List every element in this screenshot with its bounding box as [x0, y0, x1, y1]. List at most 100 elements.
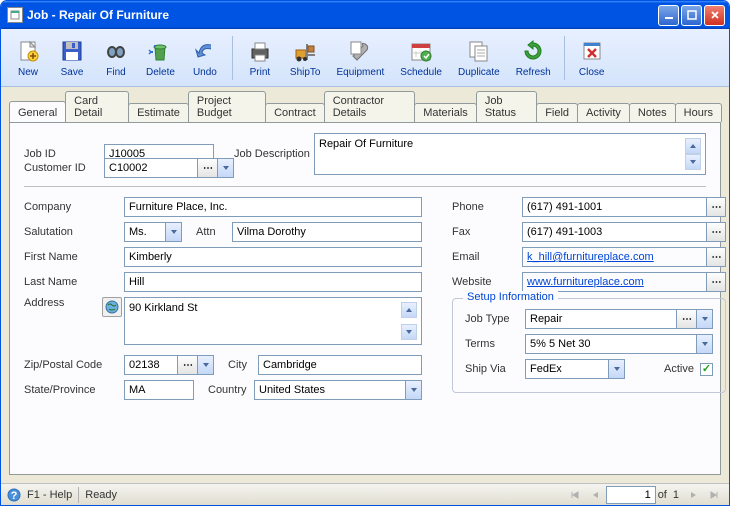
zip-dropdown-button[interactable]	[197, 355, 214, 375]
statusbar: ? F1 - Help Ready of 1	[1, 483, 729, 505]
country-combo[interactable]	[254, 380, 422, 400]
tab-notes[interactable]: Notes	[629, 103, 676, 122]
status-divider	[78, 487, 79, 503]
shipto-button[interactable]: ShipTo	[283, 32, 328, 84]
salutation-combo[interactable]	[124, 222, 182, 242]
phone-more-button[interactable]: ⋯	[706, 197, 726, 217]
active-checkbox[interactable]	[700, 363, 713, 376]
addr-scroll-up-button[interactable]	[401, 302, 417, 318]
city-field[interactable]	[258, 355, 422, 375]
label-attn: Attn	[196, 226, 232, 238]
label-salutation: Salutation	[24, 226, 124, 238]
zip-lookup-button[interactable]: ⋯	[177, 355, 197, 375]
tool-label: Refresh	[516, 67, 551, 78]
tool-label: New	[18, 67, 38, 78]
close-button[interactable]: Close	[571, 32, 613, 84]
job-type-dropdown-button[interactable]	[696, 309, 713, 329]
scroll-up-button[interactable]	[685, 138, 701, 154]
tab-job-status[interactable]: Job Status	[476, 91, 537, 122]
find-button[interactable]: Find	[95, 32, 137, 84]
toolbar-separator	[232, 36, 233, 80]
tab-project-budget[interactable]: Project Budget	[188, 91, 266, 122]
trash-icon	[146, 37, 174, 65]
tool-label: Equipment	[336, 67, 384, 78]
state-field[interactable]	[124, 380, 194, 400]
label-zip: Zip/Postal Code	[24, 359, 124, 371]
zip-input[interactable]	[124, 355, 177, 375]
website-more-button[interactable]: ⋯	[706, 272, 726, 292]
attn-field[interactable]	[232, 222, 422, 242]
toolbar: New SaveFindDeleteUndo Print ShipTo Equipmen…	[1, 29, 729, 87]
pager-first-button[interactable]	[566, 487, 584, 503]
job-desc-field[interactable]: Repair Of Furniture	[314, 133, 706, 175]
last-name-field[interactable]	[124, 272, 422, 292]
duplicate-button[interactable]: Duplicate	[451, 32, 507, 84]
tool-label: Print	[250, 67, 271, 78]
printer-icon	[246, 37, 274, 65]
country-dropdown-button[interactable]	[405, 380, 422, 400]
address-field[interactable]: 90 Kirkland St	[124, 297, 422, 345]
phone-field[interactable]	[522, 197, 706, 217]
label-website: Website	[452, 276, 522, 288]
pager-last-button[interactable]	[705, 487, 723, 503]
fax-more-button[interactable]: ⋯	[706, 222, 726, 242]
refresh-button[interactable]: Refresh	[509, 32, 558, 84]
country-input[interactable]	[254, 380, 405, 400]
globe-icon[interactable]	[102, 297, 122, 317]
label-job-id: Job ID	[24, 148, 104, 160]
email-more-button[interactable]: ⋯	[706, 247, 726, 267]
job-type-lookup-button[interactable]: ⋯	[676, 309, 696, 329]
ship-via-input[interactable]	[525, 359, 608, 379]
terms-input[interactable]	[525, 334, 696, 354]
email-link[interactable]: k_hill@furnitureplace.com	[522, 247, 706, 267]
equipment-button[interactable]: Equipment	[329, 32, 391, 84]
tabstrip: GeneralCard DetailEstimateProject Budget…	[1, 87, 729, 122]
tab-card-detail[interactable]: Card Detail	[65, 91, 129, 122]
pager-prev-button[interactable]	[586, 487, 604, 503]
delete-button[interactable]: Delete	[139, 32, 182, 84]
schedule-button[interactable]: Schedule	[393, 32, 449, 84]
customer-id-dropdown-button[interactable]	[217, 158, 234, 178]
tab-materials[interactable]: Materials	[414, 103, 477, 122]
scroll-down-button[interactable]	[685, 154, 701, 170]
tab-contractor-details[interactable]: Contractor Details	[324, 91, 416, 122]
terms-combo[interactable]	[525, 334, 713, 354]
titlebar: Job - Repair Of Furniture	[1, 1, 729, 29]
print-button[interactable]: Print	[239, 32, 281, 84]
pager-next-button[interactable]	[685, 487, 703, 503]
customer-id-combo[interactable]: ⋯	[104, 158, 234, 178]
fax-field[interactable]	[522, 222, 706, 242]
new-button[interactable]: New	[7, 32, 49, 84]
tab-contract[interactable]: Contract	[265, 103, 325, 122]
tab-field[interactable]: Field	[536, 103, 578, 122]
tab-general[interactable]: General	[9, 101, 66, 122]
customer-id-lookup-button[interactable]: ⋯	[197, 158, 217, 178]
salutation-input[interactable]	[124, 222, 165, 242]
pager-page-input[interactable]	[606, 486, 656, 504]
addr-scroll-down-button[interactable]	[401, 324, 417, 340]
company-field[interactable]	[124, 197, 422, 217]
ship-via-dropdown-button[interactable]	[608, 359, 625, 379]
minimize-button[interactable]	[658, 5, 679, 26]
ship-via-combo[interactable]	[525, 359, 625, 379]
label-city: City	[228, 359, 258, 371]
close-window-button[interactable]	[704, 5, 725, 26]
status-help: F1 - Help	[27, 489, 72, 501]
maximize-button[interactable]	[681, 5, 702, 26]
tab-activity[interactable]: Activity	[577, 103, 630, 122]
customer-id-input[interactable]	[104, 158, 197, 178]
label-active: Active	[664, 363, 694, 375]
job-type-input[interactable]	[525, 309, 676, 329]
job-type-combo[interactable]: ⋯	[525, 309, 713, 329]
tab-estimate[interactable]: Estimate	[128, 103, 189, 122]
divider	[24, 186, 706, 187]
pager-total: 1	[673, 489, 679, 501]
website-link[interactable]: www.furnitureplace.com	[522, 272, 706, 292]
save-button[interactable]: Save	[51, 32, 93, 84]
zip-combo[interactable]: ⋯	[124, 355, 214, 375]
undo-button[interactable]: Undo	[184, 32, 226, 84]
terms-dropdown-button[interactable]	[696, 334, 713, 354]
tab-hours[interactable]: Hours	[675, 103, 722, 122]
salutation-dropdown-button[interactable]	[165, 222, 182, 242]
first-name-field[interactable]	[124, 247, 422, 267]
